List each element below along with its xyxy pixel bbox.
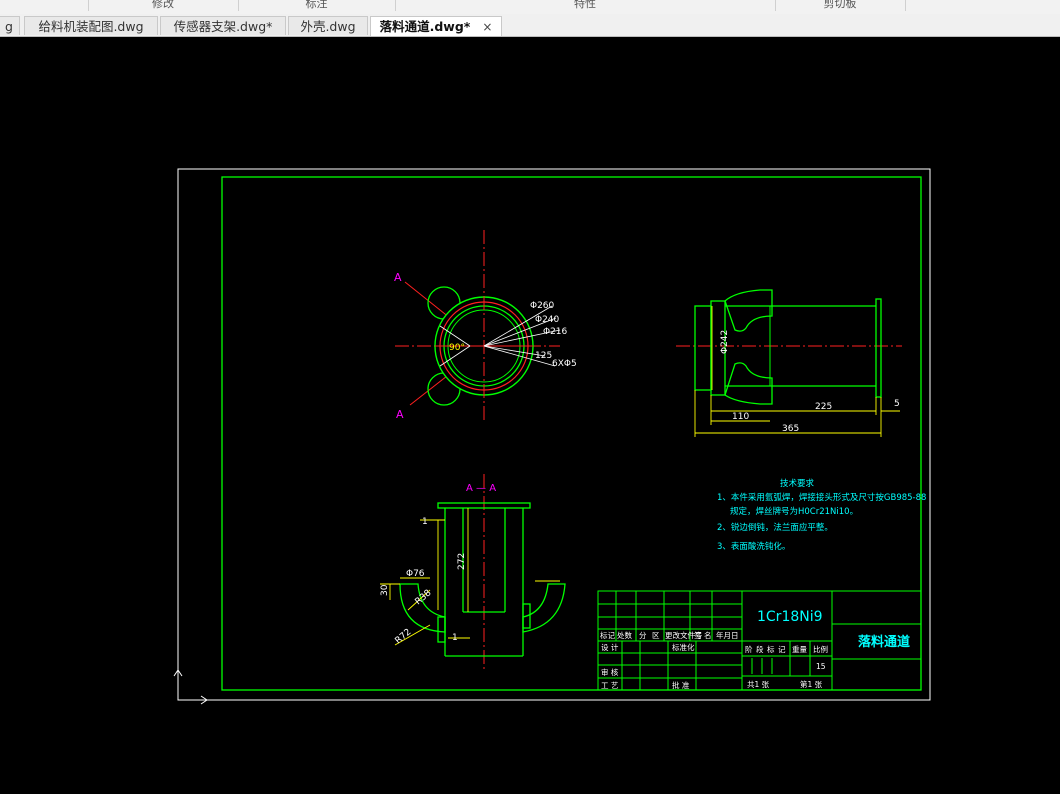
dim-section-1-bottom: 1 (452, 633, 458, 643)
tb-process: 工 艺 (601, 681, 618, 690)
dim-d240: Φ240 (535, 315, 560, 325)
tb-review: 审 核 (601, 667, 619, 677)
close-icon[interactable]: × (482, 20, 492, 34)
notes-line: 规定，焊丝牌号为H0Cr21Ni10。 (730, 506, 858, 517)
ribbon-group-annotate[interactable]: 标注 (238, 0, 396, 11)
tb-scale: 比例 (813, 644, 828, 654)
tb-design: 设 计 (601, 642, 619, 652)
dim-110: 110 (732, 412, 749, 422)
section-mark-upper: A (394, 271, 402, 284)
top-view: Φ260 Φ240 Φ216 125 6XΦ5 90° A A (394, 230, 577, 421)
ribbon-group-bar: 修改 标注 特性 剪切板 (0, 0, 1060, 15)
tb-header: 处数 (617, 630, 632, 640)
tb-total-sheets: 共1 张 (747, 680, 770, 689)
dim-365: 365 (782, 424, 799, 434)
side-view: Φ242 110 225 365 5 (676, 289, 902, 437)
tab-label: 外壳.dwg (300, 19, 356, 34)
dim-d216: Φ216 (543, 327, 568, 337)
tb-header: 年月日 (716, 630, 739, 640)
dim-125: 125 (535, 351, 552, 361)
drawing-canvas[interactable]: Φ260 Φ240 Φ216 125 6XΦ5 90° A A Φ242 110… (0, 37, 1060, 790)
tab-label: 落料通道.dwg* (379, 19, 471, 34)
tb-header: 标记 (600, 630, 615, 640)
notes-title: 技术要求 (780, 478, 815, 489)
tb-header: 签 (694, 630, 702, 640)
section-view: A — A 1 272 Φ76 30 R38 R72 1 (380, 474, 566, 670)
tb-header: 名 (704, 630, 712, 640)
tb-stage: 阶 (745, 644, 753, 654)
tb-sheet-no: 第1 张 (800, 679, 823, 689)
tb-header: 区 (652, 631, 660, 640)
dim-272: 272 (457, 553, 467, 570)
section-title: A — A (466, 483, 496, 494)
dim-d260: Φ260 (530, 301, 555, 311)
dim-r72: R72 (394, 627, 414, 646)
part-name: 落料通道 (858, 634, 910, 650)
tb-weight: 重量 (792, 645, 807, 654)
dim-d76: Φ76 (406, 569, 425, 579)
ucs-icon (173, 669, 208, 705)
notes-line: 1、本件采用氩弧焊，焊接接头形式及尺寸按GB985-88 (717, 492, 926, 503)
tab-housing[interactable]: 外壳.dwg (288, 16, 368, 35)
tb-stage: 标 (767, 644, 775, 654)
notes-line: 3、表面酸洗钝化。 (717, 541, 790, 552)
tb-stage: 记 (778, 645, 786, 654)
document-tab-bar: g 给料机装配图.dwg 传感器支架.dwg* 外壳.dwg 落料通道.dwg*… (0, 14, 1060, 37)
dim-30: 30 (380, 584, 390, 596)
section-mark-lower: A (396, 408, 404, 421)
ribbon-group-blank (0, 0, 89, 11)
ribbon-group-properties[interactable]: 特性 (395, 0, 776, 11)
notes-line: 2、锐边倒钝，法兰面应平整。 (717, 522, 833, 533)
material-label: 1Cr18Ni9 (757, 609, 823, 625)
tb-stage: 段 (756, 644, 764, 654)
tab-feeder-assembly[interactable]: 给料机装配图.dwg (24, 16, 158, 35)
tb-header: 分 (639, 631, 647, 640)
dim-angle: 90° (449, 343, 465, 353)
ribbon-group-modify[interactable]: 修改 (88, 0, 239, 11)
tb-scale-value: 15 (816, 662, 826, 671)
dim-5: 5 (894, 399, 900, 409)
tab-label: 传感器支架.dwg* (173, 19, 273, 34)
ribbon-group-clipboard[interactable]: 剪切板 (775, 0, 906, 11)
tab-partial[interactable]: g (0, 16, 20, 35)
tab-sensor-bracket[interactable]: 传感器支架.dwg* (160, 16, 286, 35)
title-block: 1Cr18Ni9 落料通道 标记 处数 分 区 更改文件号 签 名 年月日 设 … (597, 590, 922, 691)
dim-225: 225 (815, 402, 832, 412)
dim-d242: Φ242 (720, 330, 730, 354)
dim-6xd5: 6XΦ5 (552, 359, 577, 369)
cad-drawing: Φ260 Φ240 Φ216 125 6XΦ5 90° A A Φ242 110… (173, 168, 931, 705)
tb-standardization: 标准化 (672, 642, 695, 652)
dim-section-1-top: 1 (422, 517, 428, 527)
tab-label: 给料机装配图.dwg (38, 19, 144, 34)
technical-notes: 技术要求 1、本件采用氩弧焊，焊接接头形式及尺寸按GB985-88 规定，焊丝牌… (717, 478, 926, 552)
tab-discharge-chute[interactable]: 落料通道.dwg* × (370, 16, 502, 36)
tab-label: g (5, 19, 13, 34)
tb-approve: 批 准 (672, 680, 690, 690)
